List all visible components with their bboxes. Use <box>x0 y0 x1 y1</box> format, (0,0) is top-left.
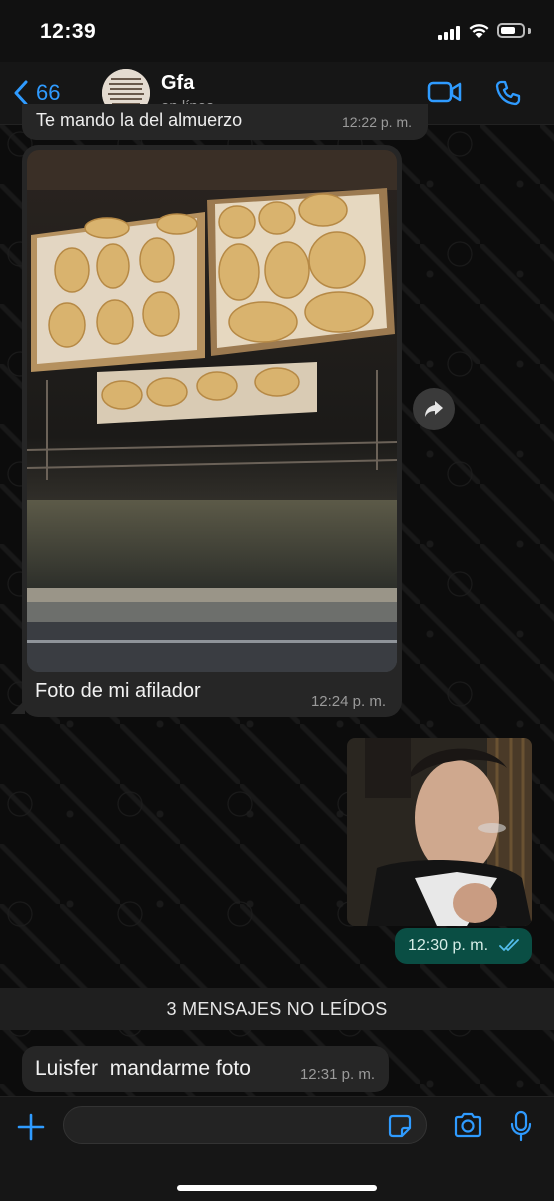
status-time: 12:39 <box>40 20 97 43</box>
photo-message-time: 12:24 p. m. <box>310 693 386 710</box>
sent-message-time: 12:30 p. m. <box>408 937 489 954</box>
previous-message-time: 12:22 p. m. <box>341 114 412 130</box>
video-camera-icon[interactable] <box>427 80 463 104</box>
plus-icon[interactable] <box>16 1112 46 1142</box>
battery-icon <box>497 23 525 38</box>
unread-messages-banner: 3 MENSAJES NO LEÍDOS <box>0 988 554 1030</box>
photo-caption: Foto de mi afilador <box>35 680 201 702</box>
chevron-left-icon <box>14 80 28 106</box>
sent-photo-image <box>347 738 532 926</box>
message-input[interactable] <box>63 1106 427 1144</box>
read-receipt-icon <box>499 939 519 952</box>
message-input-bar <box>0 1096 554 1201</box>
previous-message-text: Te mando la del almuerzo <box>36 110 243 130</box>
home-indicator[interactable] <box>177 1185 377 1191</box>
camera-icon[interactable] <box>453 1112 483 1138</box>
battery-tip <box>528 28 531 34</box>
forward-arrow-icon <box>425 401 443 417</box>
status-bar: 12:39 <box>0 0 554 62</box>
phone-icon[interactable] <box>494 79 522 107</box>
oven-photo[interactable] <box>27 150 397 672</box>
sticker-icon[interactable] <box>388 1114 412 1138</box>
message-text: Luisfer mandarme foto <box>35 1057 251 1080</box>
sent-message-meta: 12:30 p. m. <box>395 928 532 964</box>
back-button[interactable]: 66 <box>14 80 60 106</box>
wifi-icon <box>469 24 489 38</box>
unread-chats-count: 66 <box>36 80 61 105</box>
contact-name[interactable]: Gfa <box>161 72 194 95</box>
previous-message-bubble[interactable]: Te mando la del almuerzo 12:22 p. m. <box>22 104 428 140</box>
message-time: 12:31 p. m. <box>299 1066 375 1083</box>
sent-photo-message[interactable] <box>347 738 532 926</box>
microphone-icon[interactable] <box>510 1110 532 1142</box>
forward-button[interactable] <box>413 388 455 430</box>
cellular-signal-icon <box>438 26 460 40</box>
received-photo-message[interactable]: Foto de mi afilador 12:24 p. m. <box>22 145 402 717</box>
received-text-message[interactable]: Luisfer mandarme foto 12:31 p. m. <box>22 1046 389 1092</box>
